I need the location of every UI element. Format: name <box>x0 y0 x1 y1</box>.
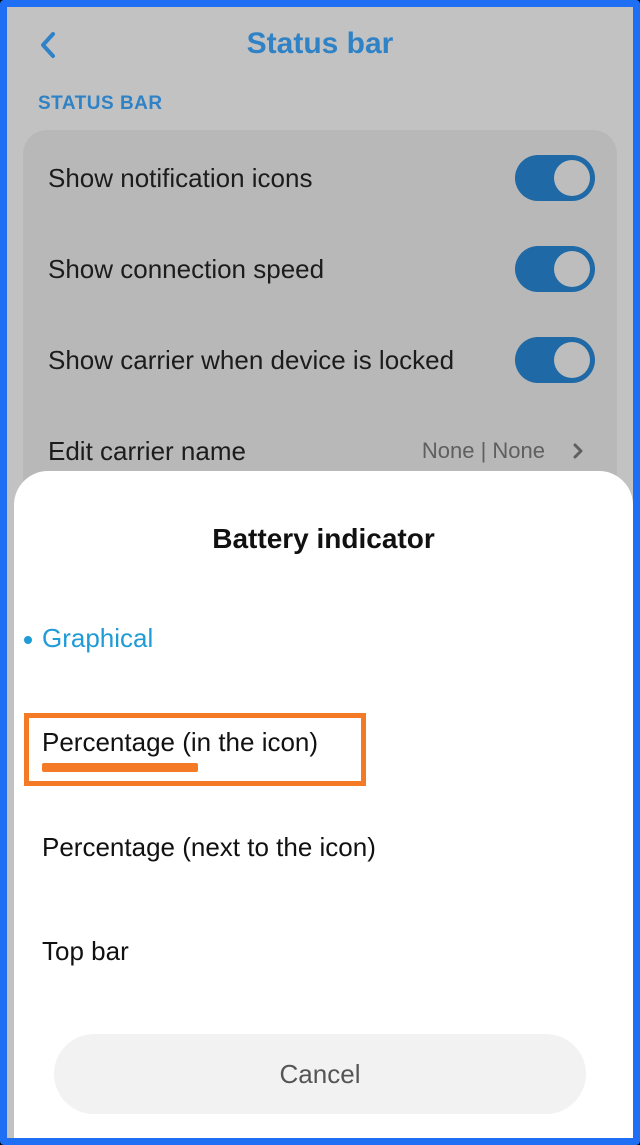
section-heading: STATUS BAR <box>38 93 163 114</box>
setting-row-carrier-locked[interactable]: Show carrier when device is locked <box>48 330 595 390</box>
app-header: Status bar <box>7 7 633 92</box>
carrier-locked-toggle[interactable] <box>515 337 595 383</box>
page-title: Status bar <box>246 27 394 60</box>
chevron-right-icon <box>573 443 583 459</box>
dialog-title: Battery indicator <box>212 523 435 554</box>
setting-label: Show connection speed <box>48 253 325 284</box>
option-percentage-in-icon[interactable]: Percentage (in the icon) <box>42 727 318 758</box>
connection-speed-toggle[interactable] <box>515 246 595 292</box>
setting-label: Edit carrier name <box>48 435 246 466</box>
toggle-knob <box>554 342 590 378</box>
selected-indicator-dot-icon <box>24 636 32 644</box>
option-top-bar[interactable]: Top bar <box>42 936 129 967</box>
setting-row-notification-icons[interactable]: Show notification icons <box>48 148 595 208</box>
notification-icons-toggle[interactable] <box>515 155 595 201</box>
setting-row-connection-speed[interactable]: Show connection speed <box>48 239 595 299</box>
screenshot-frame: Status bar STATUS BAR Show notification … <box>0 0 640 1145</box>
setting-label: Show notification icons <box>48 162 313 193</box>
carrier-name-value: None | None <box>421 438 545 463</box>
option-percentage-next-to-icon[interactable]: Percentage (next to the icon) <box>42 832 376 863</box>
setting-label: Show carrier when device is locked <box>48 344 455 375</box>
annotation-underline <box>42 763 198 772</box>
toggle-knob <box>554 160 590 196</box>
setting-value-group: None | None <box>422 438 583 464</box>
battery-indicator-dialog: Battery indicator Graphical Percentage (… <box>14 471 633 1138</box>
toggle-knob <box>554 251 590 287</box>
option-graphical[interactable]: Graphical <box>42 623 153 654</box>
cancel-button[interactable]: Cancel <box>54 1034 586 1114</box>
